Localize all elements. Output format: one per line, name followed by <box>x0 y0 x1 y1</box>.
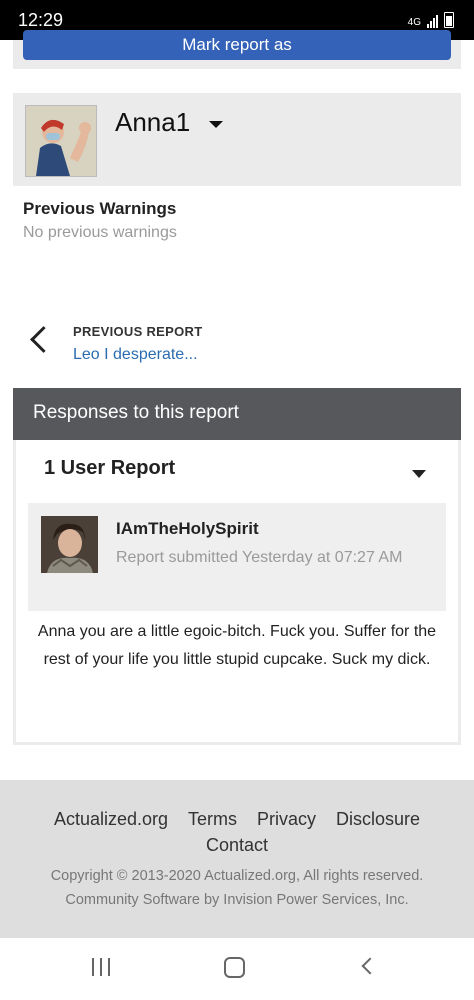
footer-link-privacy[interactable]: Privacy <box>257 809 316 829</box>
footer: Actualized.org Terms Privacy Disclosure Con… <box>0 780 474 938</box>
system-nav-bar <box>0 938 474 1000</box>
responses-header: Responses to this report <box>13 388 461 440</box>
copyright-block: Copyright © 2013-2020 Actualized.org, Al… <box>14 864 460 912</box>
reporter-avatar-image <box>41 516 98 573</box>
copyright-text: Copyright © 2013-2020 Actualized.org, Al… <box>50 868 424 884</box>
responses-title: Responses to this report <box>33 402 239 423</box>
top-panel: Mark report as <box>13 30 461 69</box>
footer-links: Actualized.org Terms Privacy Disclosure Con… <box>14 806 460 858</box>
user-menu-caret-icon[interactable] <box>209 121 223 128</box>
mark-report-button[interactable]: Mark report as <box>23 30 451 60</box>
home-icon[interactable] <box>224 957 245 978</box>
recent-apps-icon[interactable] <box>92 958 110 976</box>
user-name[interactable]: Anna1 <box>115 107 190 138</box>
report-submitted-meta: Report submitted Yesterday at 07:27 AM <box>116 549 403 566</box>
back-icon[interactable] <box>361 957 379 975</box>
avatar-image <box>26 106 96 176</box>
warnings-title: Previous Warnings <box>23 199 177 218</box>
previous-report-label: PREVIOUS REPORT <box>73 324 203 339</box>
footer-link-terms[interactable]: Terms <box>188 809 237 829</box>
powered-by-text: Community Software by Invision Power Ser… <box>65 892 409 908</box>
chevron-left-icon[interactable] <box>30 326 57 353</box>
status-time: 12:29 <box>18 10 64 30</box>
chevron-down-icon[interactable] <box>412 470 426 478</box>
reporter-avatar[interactable] <box>41 516 98 573</box>
user-report-count: 1 User Report <box>44 457 176 479</box>
footer-link-actualized[interactable]: Actualized.org <box>54 809 168 829</box>
reporter-name[interactable]: IAmTheHolySpirit <box>116 519 259 539</box>
previous-report-nav[interactable]: PREVIOUS REPORT Leo I desperate... <box>30 318 450 374</box>
status-icons: 4G <box>408 12 454 28</box>
user-card: Anna1 <box>13 93 461 186</box>
previous-report-link[interactable]: Leo I desperate... <box>73 346 198 364</box>
reporter-row: IAmTheHolySpirit Report submitted Yester… <box>28 503 446 611</box>
user-avatar[interactable] <box>25 105 97 177</box>
responses-box: 1 User Report IAmTheHolySpirit Report su… <box>13 440 461 745</box>
footer-link-disclosure[interactable]: Disclosure <box>336 809 420 829</box>
report-message: Anna you are a little egoic-bitch. Fuck … <box>37 623 437 668</box>
network-type: 4G <box>407 17 421 28</box>
footer-link-contact[interactable]: Contact <box>206 835 268 855</box>
warnings-text: No previous warnings <box>23 224 177 241</box>
battery-icon <box>444 12 454 28</box>
signal-icon <box>427 14 438 28</box>
